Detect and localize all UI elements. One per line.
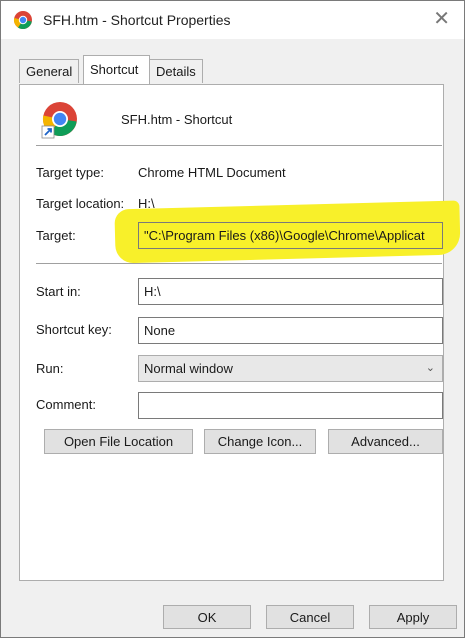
tab-details[interactable]: Details <box>149 59 203 83</box>
chevron-down-icon: ⌄ <box>425 362 435 374</box>
shortcut-key-label: Shortcut key: <box>36 322 112 337</box>
ok-button[interactable]: OK <box>163 605 251 629</box>
close-icon[interactable]: ✕ <box>433 9 450 29</box>
target-label: Target: <box>36 228 76 243</box>
window-title: SFH.htm - Shortcut Properties <box>43 12 231 28</box>
target-type-value: Chrome HTML Document <box>138 165 286 180</box>
target-type-label: Target type: <box>36 165 104 180</box>
chrome-icon <box>13 11 32 30</box>
cancel-button[interactable]: Cancel <box>266 605 354 629</box>
run-select-value: Normal window <box>144 361 233 376</box>
separator <box>36 145 442 146</box>
properties-dialog: SFH.htm - Shortcut Properties ✕ General … <box>0 0 465 638</box>
title-bar[interactable]: SFH.htm - Shortcut Properties ✕ <box>1 1 464 39</box>
start-in-label: Start in: <box>36 284 81 299</box>
tab-shortcut[interactable]: Shortcut <box>83 55 150 86</box>
tab-strip: General Details Shortcut <box>1 53 464 86</box>
separator <box>36 263 442 264</box>
chrome-shortcut-icon <box>41 102 77 139</box>
apply-button[interactable]: Apply <box>369 605 457 629</box>
target-location-label: Target location: <box>36 196 125 211</box>
shortcut-key-field[interactable]: None <box>138 317 443 344</box>
advanced-button[interactable]: Advanced... <box>328 429 443 454</box>
tab-general[interactable]: General <box>19 59 80 83</box>
start-in-field[interactable]: H:\ <box>138 278 443 305</box>
shortcut-name: SFH.htm - Shortcut <box>121 112 233 127</box>
run-label: Run: <box>36 361 64 376</box>
shortcut-panel: SFH.htm - Shortcut Target type: Chrome H… <box>19 84 461 581</box>
comment-field[interactable] <box>138 392 443 419</box>
target-field[interactable]: "C:\Program Files (x86)\Google\Chrome\Ap… <box>138 222 443 249</box>
open-file-location-button[interactable]: Open File Location <box>44 429 193 454</box>
change-icon-button[interactable]: Change Icon... <box>204 429 316 454</box>
comment-label: Comment: <box>36 397 96 412</box>
run-select[interactable]: Normal window ⌄ <box>138 355 443 382</box>
